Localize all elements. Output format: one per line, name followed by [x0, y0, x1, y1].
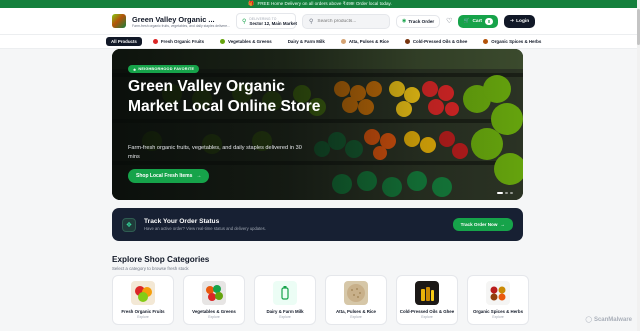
promo-banner: 🎁 FREE Home Delivery on all orders above…: [0, 0, 640, 8]
wishlist-heart-icon[interactable]: ♡: [446, 15, 452, 28]
oil-bottle-icon: [404, 39, 410, 44]
carousel-dot[interactable]: [497, 192, 503, 194]
category-card-action: Explore: [279, 315, 291, 319]
category-pill-vegetables[interactable]: Vegetables & Greens: [215, 37, 277, 46]
hero-banner: ❀ NEIGHBORHOOD FAVORITE Green Valley Org…: [112, 49, 523, 200]
category-card-atta[interactable]: Atta, Pulses & Rice Explore: [325, 275, 387, 325]
brand[interactable]: Green Valley Organic ... Farm-fresh orga…: [132, 15, 230, 28]
category-card-oils[interactable]: Cold-Pressed Oils & Ghee Explore: [396, 275, 458, 325]
shield-icon: ◯: [585, 317, 592, 323]
category-card-action: Explore: [350, 315, 362, 319]
category-pill-label: Vegetables & Greens: [228, 39, 272, 44]
category-card-spices[interactable]: Organic Spices & Herbs Explore: [467, 275, 529, 325]
cart-label: Cart: [472, 18, 483, 24]
gift-icon: 🎁: [248, 1, 255, 7]
carousel-dots: [497, 192, 513, 194]
cart-count-badge: 0: [485, 17, 494, 25]
location-pin-icon: ⚲: [242, 18, 247, 25]
truck-icon: ◉: [402, 18, 407, 24]
watermark-text: ScanMalware: [593, 316, 632, 323]
search-icon: ⚲: [309, 18, 314, 25]
track-order-now-label: Track Order Now: [460, 222, 498, 227]
login-label: Login: [516, 18, 530, 24]
category-pill-all-products[interactable]: All Products: [106, 37, 142, 46]
vegetable-icon: [220, 39, 226, 44]
watermark: ◯ ScanMalware: [585, 316, 632, 324]
category-card-action: Explore: [421, 315, 433, 319]
hero-cta-label: Shop Local Fresh Items: [136, 173, 193, 179]
category-card-name: Dairy & Farm Milk: [266, 309, 304, 314]
site-header: Green Valley Organic ... Farm-fresh orga…: [0, 8, 640, 35]
search-input[interactable]: [317, 18, 384, 24]
search-box: ⚲: [302, 13, 390, 29]
track-order-button[interactable]: ◉ Track Order: [396, 14, 441, 28]
store-logo[interactable]: [112, 14, 126, 28]
category-card-fruits[interactable]: Fresh Organic Fruits Explore: [112, 275, 174, 325]
shop-local-fresh-button[interactable]: Shop Local Fresh Items →: [128, 169, 210, 183]
package-icon: ❖: [122, 217, 136, 232]
category-pill-oils[interactable]: Cold-Pressed Oils & Ghee: [400, 37, 472, 46]
category-card-action: Explore: [492, 315, 504, 319]
track-panel-title: Track Your Order Status: [144, 218, 220, 225]
explore-title: Explore Shop Categories: [112, 255, 210, 264]
arrow-right-icon: →: [196, 173, 202, 179]
delivery-value: Sector 12, Main Market: [249, 20, 297, 26]
oils-thumbnail: [415, 281, 439, 305]
arrow-right-icon: →: [500, 222, 505, 227]
category-pill-atta[interactable]: Atta, Pulses & Rice: [336, 37, 394, 46]
spice-icon: [483, 39, 489, 44]
cart-button[interactable]: 🛒 Cart 0: [458, 14, 499, 28]
apple-icon: [152, 39, 158, 44]
delivery-location[interactable]: ⚲ DELIVERING TO Sector 12, Main Market: [236, 13, 297, 29]
category-pill-label: Cold-Pressed Oils & Ghee: [412, 39, 468, 44]
spices-thumbnail: [486, 281, 510, 305]
login-icon: ➜: [510, 18, 515, 24]
cart-icon: 🛒: [463, 18, 470, 24]
login-button[interactable]: ➜ Login: [504, 14, 536, 28]
category-card-name: Fresh Organic Fruits: [121, 309, 165, 314]
carousel-dot[interactable]: [510, 192, 513, 194]
milk-icon: [273, 281, 297, 305]
category-card-dairy[interactable]: Dairy & Farm Milk Explore: [254, 275, 316, 325]
hero-badge-text: NEIGHBORHOOD FAVORITE: [138, 67, 195, 71]
category-pill-spices[interactable]: Organic Spices & Herbs: [478, 37, 546, 46]
track-panel-desc: Have an active order? View real-time sta…: [144, 226, 266, 231]
hero-title: Green Valley Organic Market Local Online…: [128, 78, 321, 115]
category-card-action: Explore: [208, 315, 220, 319]
grains-thumbnail: [344, 281, 368, 305]
hero-badge: ❀ NEIGHBORHOOD FAVORITE: [128, 65, 200, 73]
brand-tagline: Farm-fresh organic fruits, vegetables, a…: [132, 23, 230, 28]
category-pill-label: Organic Spices & Herbs: [491, 39, 542, 44]
category-card-action: Explore: [137, 315, 149, 319]
category-pill-fruits[interactable]: Fresh Organic Fruits: [148, 37, 209, 46]
category-pill-label: All Products: [111, 39, 137, 44]
brand-name: Green Valley Organic ...: [132, 14, 215, 24]
leaf-icon: ❀: [133, 67, 137, 72]
category-pill-label: Fresh Organic Fruits: [160, 39, 205, 44]
promo-text: FREE Home Delivery on all orders above ₹…: [257, 1, 392, 6]
vegetables-thumbnail: [202, 281, 226, 305]
category-pill-dairy[interactable]: Dairy & Farm Milk: [283, 37, 330, 46]
grain-icon: [340, 39, 346, 44]
category-card-name: Organic Spices & Herbs: [472, 309, 524, 314]
track-order-panel: ❖ Track Your Order Status Have an active…: [112, 208, 523, 241]
explore-section-header: Explore Shop Categories Select a categor…: [112, 255, 209, 271]
category-nav: All Products Fresh Organic Fruits Vegeta…: [0, 35, 640, 49]
track-order-now-button[interactable]: Track Order Now →: [452, 218, 513, 231]
explore-subtitle: Select a category to browse fresh stock: [112, 266, 189, 271]
category-pill-label: Dairy & Farm Milk: [287, 39, 325, 44]
carousel-dot[interactable]: [505, 192, 508, 194]
category-card-vegetables[interactable]: Vegetables & Greens Explore: [183, 275, 245, 325]
category-card-name: Cold-Pressed Oils & Ghee: [399, 309, 455, 314]
category-cards: Fresh Organic Fruits Explore Vegetables …: [112, 275, 529, 325]
track-order-label: Track Order: [408, 18, 435, 24]
category-pill-label: Atta, Pulses & Rice: [348, 39, 389, 44]
fruits-thumbnail: [131, 281, 155, 305]
category-card-name: Vegetables & Greens: [192, 309, 236, 314]
hero-subtitle: Farm-fresh organic fruits, vegetables, a…: [128, 145, 302, 160]
category-card-name: Atta, Pulses & Rice: [335, 309, 377, 314]
